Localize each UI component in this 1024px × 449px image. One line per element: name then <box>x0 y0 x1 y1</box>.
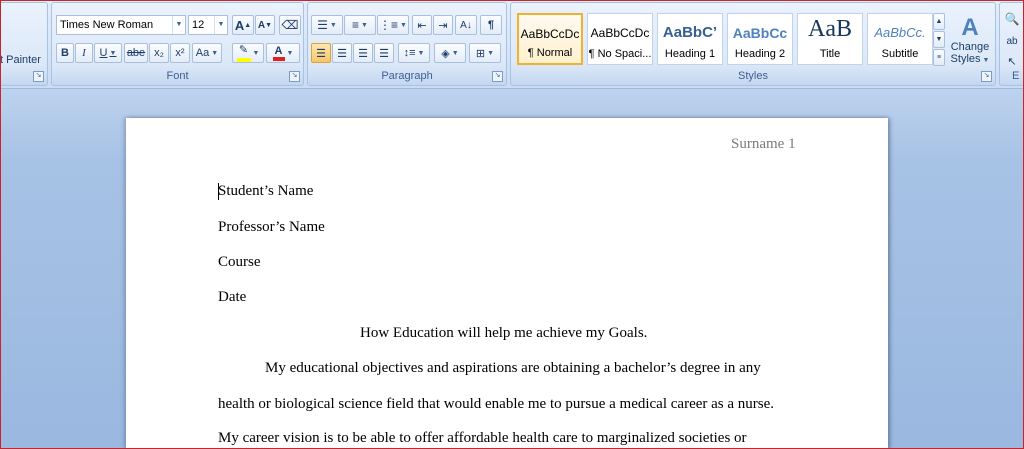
screenshot-frame <box>0 0 1024 449</box>
